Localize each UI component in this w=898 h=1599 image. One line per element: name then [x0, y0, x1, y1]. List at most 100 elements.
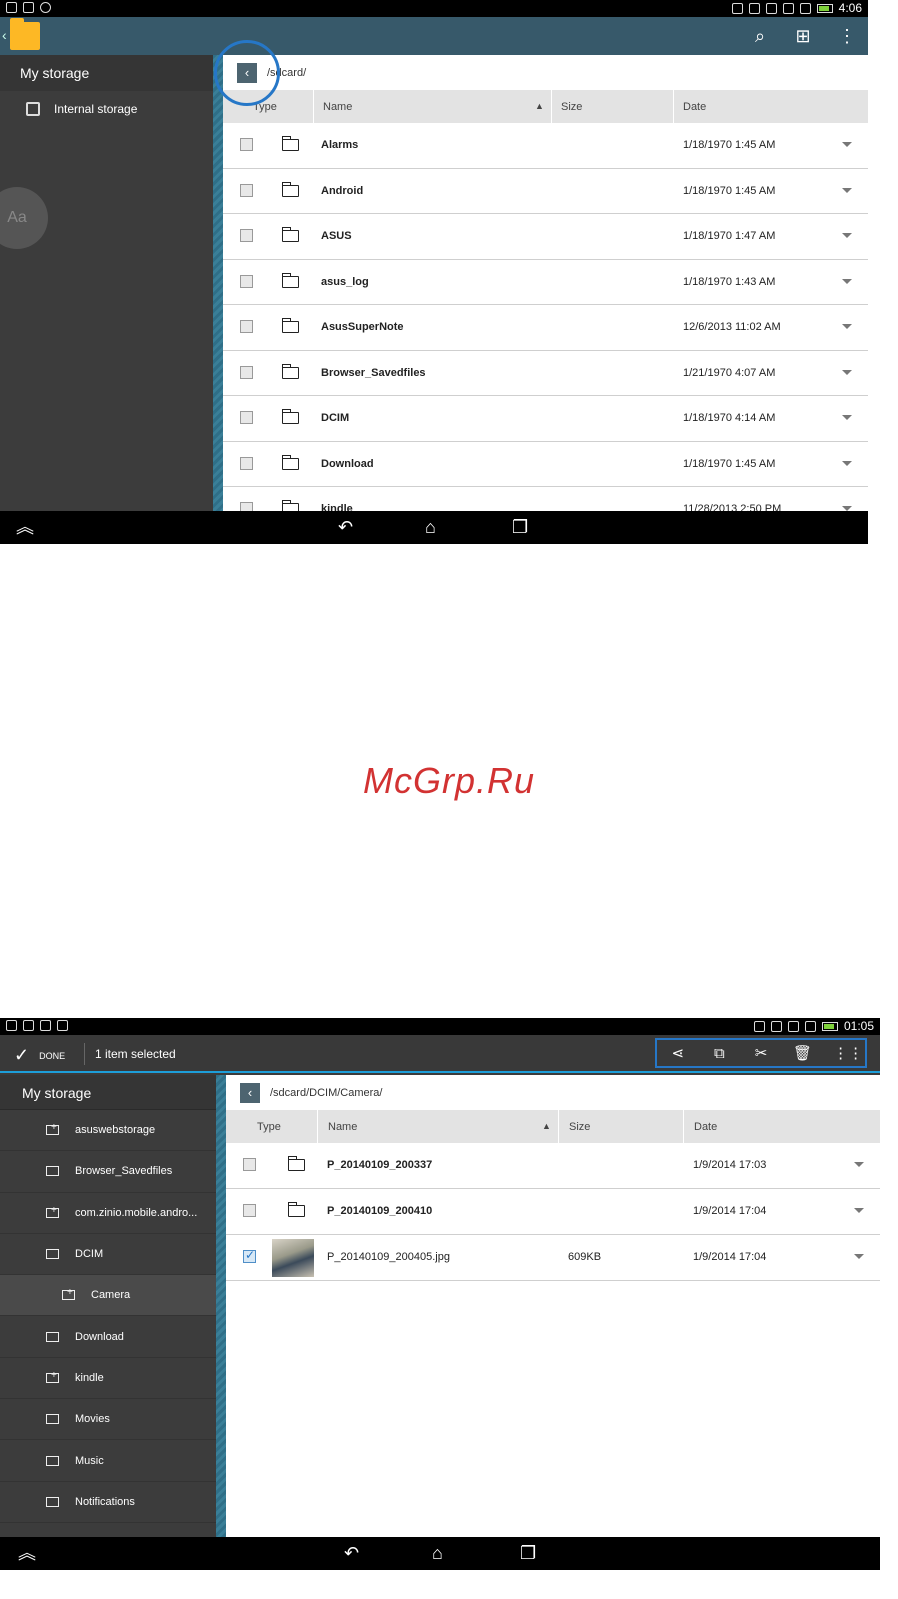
dropdown-arrow-icon[interactable] — [842, 369, 852, 375]
folder-icon — [281, 272, 299, 288]
recent-apps-icon[interactable]: ❐ — [512, 517, 528, 537]
row-checkbox[interactable] — [240, 456, 253, 470]
sidebar-item-camera[interactable]: Camera — [0, 1275, 216, 1317]
select-all-icon[interactable]: ⋮⋮ — [833, 1044, 863, 1062]
dropdown-arrow-icon[interactable] — [842, 142, 852, 147]
home-icon[interactable]: ⌂ — [432, 1543, 443, 1563]
dropdown-arrow-icon[interactable] — [854, 1254, 864, 1259]
contextual-action-bar: ✓ DONE 1 item selected ⋖ ⧉ ✂ 🗑 ⋮⋮ — [0, 1035, 880, 1073]
column-date[interactable]: Date — [694, 1121, 717, 1133]
sd-icon — [787, 1020, 799, 1032]
delete-icon[interactable]: 🗑 — [792, 1044, 814, 1062]
search-icon[interactable]: ⌕ — [748, 24, 772, 48]
table-row[interactable]: P_20140109_200405.jpg 609KB 1/9/2014 17:04 — [226, 1235, 880, 1281]
dropdown-arrow-icon[interactable] — [854, 1208, 864, 1213]
up-caret-icon[interactable]: ‹ — [2, 27, 7, 43]
file-name: Download — [321, 457, 374, 470]
row-checkbox[interactable] — [240, 365, 253, 379]
table-row[interactable]: ASUS 1/18/1970 1:47 AM — [223, 214, 868, 260]
dropdown-arrow-icon[interactable] — [842, 278, 852, 284]
pane-splitter[interactable] — [213, 55, 223, 511]
file-list-pane: ‹ /sdcard/ Type Name ▲ Size Date Alarms 1… — [223, 55, 868, 511]
file-size: 609KB — [568, 1251, 602, 1263]
file-manager-logo[interactable] — [10, 18, 40, 50]
sidebar-item-label: asuswebstorage — [75, 1124, 156, 1137]
overflow-menu-icon[interactable]: ⋮ — [835, 24, 859, 48]
sidebar-item-download[interactable]: Download — [0, 1316, 216, 1358]
file-date: 1/9/2014 17:04 — [693, 1205, 767, 1217]
navigation-bar: ︽ ↶ ⌂ ❐ — [0, 511, 868, 544]
row-checkbox[interactable] — [240, 229, 253, 242]
row-checkbox[interactable] — [240, 138, 253, 151]
folder-icon — [287, 1156, 305, 1171]
sidebar-item-browser-savedfiles[interactable]: Browser_Savedfiles — [0, 1151, 216, 1193]
sort-asc-icon: ▲ — [542, 1121, 551, 1131]
column-type[interactable]: Type — [257, 1121, 281, 1133]
menu-up-icon[interactable]: ︽ — [16, 517, 34, 537]
cut-icon[interactable]: ✂ — [750, 1044, 772, 1062]
sidebar-item-label: Download — [75, 1330, 124, 1343]
table-row[interactable]: P_20140109_200410 1/9/2014 17:04 — [226, 1189, 880, 1235]
back-nav-icon[interactable]: ↶ — [338, 517, 353, 537]
bluetooth-icon — [731, 2, 743, 14]
path-bar: ‹ /sdcard/ — [223, 55, 868, 90]
row-checkbox[interactable] — [243, 1248, 256, 1263]
dropdown-arrow-icon[interactable] — [842, 324, 852, 329]
dropdown-arrow-icon[interactable] — [842, 187, 852, 193]
share-icon[interactable]: ⋖ — [667, 1044, 689, 1062]
home-icon[interactable]: ⌂ — [425, 517, 436, 537]
sidebar-item-dcim[interactable]: DCIM — [0, 1234, 216, 1276]
column-name[interactable]: Name — [323, 101, 352, 113]
back-nav-icon[interactable]: ↶ — [344, 1543, 359, 1563]
table-row[interactable]: P_20140109_200337 1/9/2014 17:03 — [226, 1143, 880, 1189]
file-name: Browser_Savedfiles — [321, 366, 426, 379]
dropdown-arrow-icon[interactable] — [842, 415, 852, 420]
sidebar-item-asuswebstorage[interactable]: asuswebstorage — [0, 1110, 216, 1152]
sidebar-item-music[interactable]: Music — [0, 1440, 216, 1482]
back-button[interactable]: ‹ — [240, 1082, 260, 1103]
sidebar-item-internal-storage[interactable]: Internal storage — [0, 91, 213, 127]
row-checkbox[interactable] — [240, 320, 253, 333]
row-checkbox[interactable] — [240, 502, 253, 511]
row-checkbox[interactable] — [243, 1204, 256, 1217]
pane-splitter[interactable] — [216, 1075, 226, 1554]
recent-apps-icon[interactable]: ❐ — [520, 1543, 536, 1563]
table-row[interactable]: Android 1/18/1970 1:45 AM — [223, 169, 868, 214]
table-row[interactable]: asus_log 1/18/1970 1:43 AM — [223, 260, 868, 305]
table-row[interactable]: Alarms 1/18/1970 1:45 AM — [223, 123, 868, 169]
floating-dictionary-icon[interactable]: Aa — [0, 187, 48, 249]
sidebar-item-kindle[interactable]: kindle — [0, 1358, 216, 1400]
table-row[interactable]: AsusSuperNote 12/6/2013 11:02 AM — [223, 305, 868, 351]
dropdown-arrow-icon[interactable] — [842, 233, 852, 238]
file-date: 1/18/1970 1:45 AM — [683, 184, 776, 197]
sidebar-item-movies[interactable]: Movies — [0, 1399, 216, 1441]
row-checkbox[interactable] — [240, 183, 253, 197]
row-checkbox[interactable] — [240, 411, 253, 424]
row-checkbox[interactable] — [240, 274, 253, 288]
file-date: 1/21/1970 4:07 AM — [683, 366, 776, 379]
file-name: AsusSuperNote — [321, 321, 404, 333]
sidebar-item-com-zinio[interactable]: com.zinio.mobile.andro... — [0, 1193, 216, 1234]
copy-icon[interactable]: ⧉ — [708, 1045, 730, 1062]
table-row[interactable]: DCIM 1/18/1970 4:14 AM — [223, 396, 868, 442]
wifi-icon — [770, 1020, 782, 1032]
menu-up-icon[interactable]: ︽ — [18, 1543, 36, 1563]
wifi-icon — [765, 2, 777, 14]
dropdown-arrow-icon[interactable] — [854, 1162, 864, 1167]
dropdown-arrow-icon[interactable] — [842, 460, 852, 466]
table-row[interactable]: Browser_Savedfiles 1/21/1970 4:07 AM — [223, 351, 868, 396]
sidebar-item-label: com.zinio.mobile.andro... — [75, 1206, 198, 1219]
sidebar-item-notifications[interactable]: Notifications — [0, 1482, 216, 1523]
storage-icon — [26, 102, 40, 116]
column-size[interactable]: Size — [569, 1121, 590, 1133]
table-row[interactable]: Download 1/18/1970 1:45 AM — [223, 442, 868, 487]
table-row[interactable]: kindle 11/28/2013 2:50 PM — [223, 487, 868, 511]
file-name: DCIM — [321, 412, 350, 424]
column-size[interactable]: Size — [561, 101, 582, 113]
status-bar: 4:06 — [0, 0, 868, 17]
done-button[interactable]: ✓ DONE — [14, 1045, 65, 1066]
column-name[interactable]: Name — [328, 1121, 357, 1133]
column-date[interactable]: Date — [683, 101, 706, 113]
new-folder-icon[interactable]: ⊞ — [791, 24, 815, 48]
row-checkbox[interactable] — [243, 1158, 256, 1171]
